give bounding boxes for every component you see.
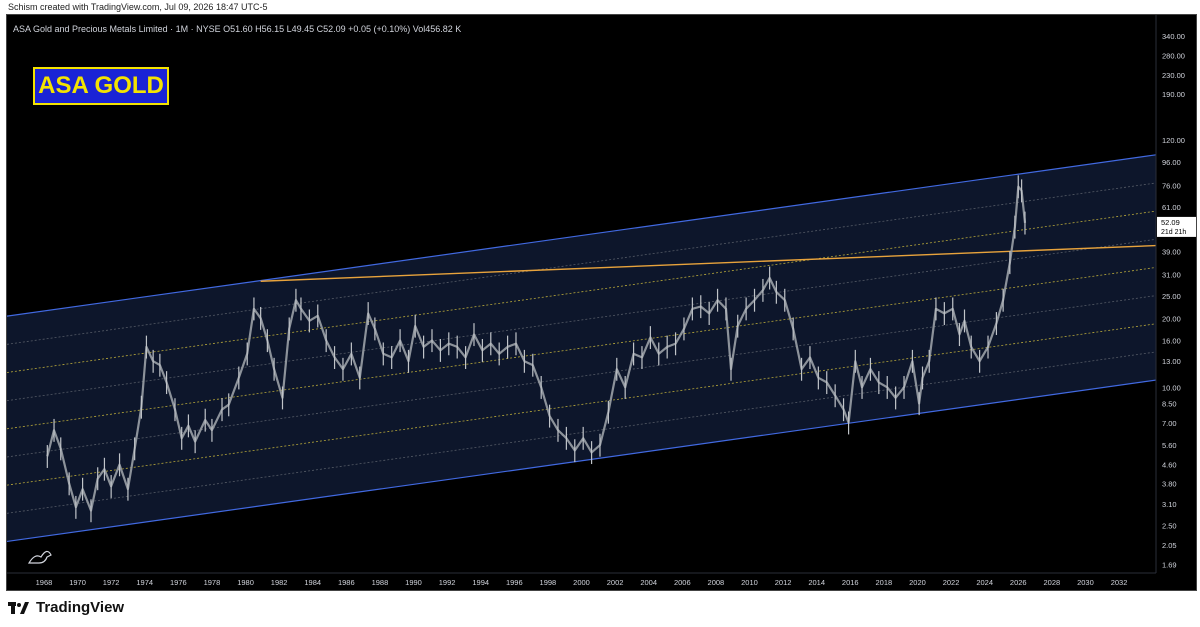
year-tick-label: 1996 xyxy=(506,578,523,587)
price-tick-label: 7.00 xyxy=(1162,419,1177,428)
year-tick-label: 1988 xyxy=(372,578,389,587)
price-tick-label: 76.00 xyxy=(1162,181,1181,190)
price-tick-label: 3.10 xyxy=(1162,500,1177,509)
price-tick-label: 10.00 xyxy=(1162,383,1181,392)
price-tick-label: 4.60 xyxy=(1162,461,1177,470)
price-chart[interactable]: 340.00 280.00 230.00 190.00 120.00 96.00 76.00… xyxy=(7,15,1196,590)
countdown-value: 21d 21h xyxy=(1161,229,1186,236)
tradingview-watermark-icon xyxy=(27,550,52,564)
price-tick-label: 61.00 xyxy=(1162,203,1181,212)
year-tick-label: 1998 xyxy=(540,578,557,587)
year-tick-label: 1984 xyxy=(304,578,321,587)
price-tick-label: 120.00 xyxy=(1162,136,1185,145)
price-tick-label: 2.05 xyxy=(1162,541,1177,550)
price-tick-label: 20.00 xyxy=(1162,314,1181,323)
price-tick-label: 1.69 xyxy=(1162,560,1177,569)
year-tick-label: 1992 xyxy=(439,578,456,587)
year-tick-label: 2014 xyxy=(808,578,825,587)
year-tick-label: 2002 xyxy=(607,578,624,587)
year-tick-label: 2006 xyxy=(674,578,691,587)
footer-brand: TradingView xyxy=(36,599,125,616)
chart-area[interactable]: 340.00 280.00 230.00 190.00 120.00 96.00 76.00… xyxy=(6,14,1197,591)
year-tick-label: 1990 xyxy=(405,578,422,587)
year-tick-label: 1972 xyxy=(103,578,120,587)
year-tick-label: 1982 xyxy=(271,578,288,587)
year-tick-label: 2024 xyxy=(976,578,993,587)
year-tick-label: 2016 xyxy=(842,578,859,587)
price-tick-label: 16.00 xyxy=(1162,336,1181,345)
asa-gold-label: ASA GOLD xyxy=(33,67,169,105)
price-tick-label: 230.00 xyxy=(1162,71,1185,80)
year-tick-label: 1974 xyxy=(136,578,153,587)
year-tick-label: 2030 xyxy=(1077,578,1094,587)
price-tick-label: 280.00 xyxy=(1162,51,1185,60)
price-tick-label: 190.00 xyxy=(1162,90,1185,99)
year-tick-label: 2028 xyxy=(1044,578,1061,587)
symbol-info: ASA Gold and Precious Metals Limited · 1… xyxy=(13,24,462,34)
year-tick-label: 1968 xyxy=(36,578,53,587)
created-caption: Schism created with TradingView.com, Jul… xyxy=(8,2,268,12)
year-tick-label: 1976 xyxy=(170,578,187,587)
price-tick-label: 31.00 xyxy=(1162,271,1181,280)
year-tick-label: 1994 xyxy=(472,578,489,587)
price-tick-label: 2.50 xyxy=(1162,521,1177,530)
year-tick-label: 1978 xyxy=(204,578,221,587)
price-tick-label: 13.00 xyxy=(1162,357,1181,366)
year-tick-label: 2032 xyxy=(1111,578,1128,587)
year-tick-label: 2022 xyxy=(943,578,960,587)
tradingview-footer[interactable]: TradingView xyxy=(8,599,124,616)
year-tick-label: 1980 xyxy=(237,578,254,587)
price-tick-label: 96.00 xyxy=(1162,158,1181,167)
year-tick-label: 1970 xyxy=(69,578,86,587)
price-tick-label: 340.00 xyxy=(1162,32,1185,41)
year-tick-label: 2008 xyxy=(708,578,725,587)
year-tick-label: 2020 xyxy=(909,578,926,587)
price-tick-label: 3.80 xyxy=(1162,480,1177,489)
year-tick-label: 2012 xyxy=(775,578,792,587)
year-tick-label: 2004 xyxy=(640,578,657,587)
price-tick-label: 5.60 xyxy=(1162,441,1177,450)
year-tick-label: 1986 xyxy=(338,578,355,587)
price-tick-label: 39.00 xyxy=(1162,248,1181,257)
tradingview-logo-icon xyxy=(8,601,30,615)
price-tick-label: 8.50 xyxy=(1162,399,1177,408)
year-tick-label: 2000 xyxy=(573,578,590,587)
year-tick-label: 2018 xyxy=(876,578,893,587)
price-tick-label: 25.00 xyxy=(1162,292,1181,301)
year-tick-label: 2026 xyxy=(1010,578,1027,587)
year-tick-label: 2010 xyxy=(741,578,758,587)
last-price-value: 52.09 xyxy=(1161,218,1180,227)
